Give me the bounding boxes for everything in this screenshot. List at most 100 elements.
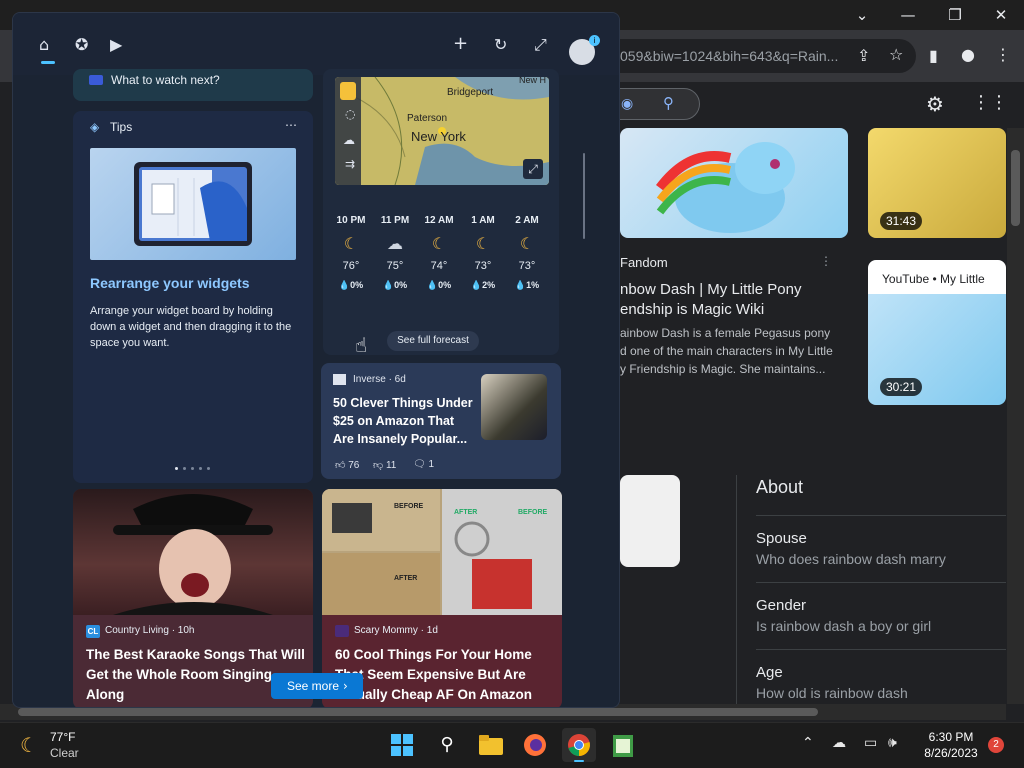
what-to-watch-widget[interactable]: What to watch next? [73, 69, 313, 101]
watch-icon [89, 75, 103, 85]
expand-icon[interactable]: ⤢ [534, 35, 547, 55]
result-menu-icon[interactable]: ⋮ [820, 254, 832, 268]
expand-map-icon[interactable]: ⤢ [523, 159, 543, 179]
tips-widget[interactable]: ◈ Tips ⋯ Rearrange your widgets Arrange … [73, 111, 313, 483]
minimize-button[interactable]: — [896, 4, 920, 26]
kp-row-age[interactable]: Age How old is rainbow dash [756, 664, 908, 701]
notification-badge[interactable]: 2 [988, 737, 1004, 753]
forecast-hour[interactable]: 2 AM ☾ 73° 💧1% [507, 215, 547, 291]
notepad-icon[interactable] [606, 728, 640, 762]
widgets-scrollbar[interactable] [583, 153, 585, 239]
page-dot[interactable] [207, 467, 210, 470]
search-icon[interactable]: ⚲ [430, 728, 464, 762]
before-label: BEFORE [394, 503, 424, 510]
apps-grid-icon[interactable]: ⋮⋮ [972, 92, 1008, 113]
menu-kebab-icon[interactable]: ⋮ [995, 45, 1011, 64]
horizontal-scroll-thumb[interactable] [18, 708, 818, 716]
page-dot[interactable] [183, 467, 186, 470]
after-label: AFTER [454, 509, 478, 516]
hand-cursor-icon: ☝ [355, 333, 368, 357]
network-icon[interactable]: ▭ [864, 735, 877, 751]
video2-card[interactable]: YouTube • My Little 30:21 [868, 260, 1006, 405]
refresh-icon[interactable]: ↻ [494, 35, 507, 54]
wind-layer-icon[interactable]: ⇉ [345, 157, 355, 171]
settings-gear-icon[interactable]: ⚙ [926, 92, 944, 116]
plus-icon[interactable]: + [453, 33, 468, 54]
before-label: BEFORE [518, 509, 548, 516]
forecast-hour[interactable]: 11 PM ☁ 75° 💧0% [375, 215, 415, 291]
kp-row-title: Age [756, 664, 783, 681]
thumbs-down-icon: 👎︎ [373, 460, 386, 471]
search-icon[interactable]: ⚲ [663, 94, 674, 112]
weather-temp[interactable]: 77°F [50, 730, 75, 744]
page-dot[interactable] [199, 467, 202, 470]
comment-button[interactable]: 🗨︎ 1 [413, 459, 434, 470]
taskbar: ☾ 77°F Clear ⚲ ⌃ ☁ ▭ 🕪︎ 6:30 PM 8/26/202… [0, 722, 1024, 768]
chrome-icon[interactable] [562, 728, 596, 762]
moon-icon: ☾ [519, 236, 535, 253]
windows-start-icon[interactable] [385, 728, 419, 762]
kp-row-spouse[interactable]: Spouse Who does rainbow dash marry [756, 530, 946, 567]
active-app-indicator [574, 760, 584, 762]
dislike-button[interactable]: 👎︎ 11 [373, 459, 396, 471]
precip-layer-icon[interactable]: ◌ [345, 107, 355, 121]
vertical-scrollbar[interactable] [1007, 128, 1024, 704]
chevron-right-icon: › [343, 679, 348, 693]
map-label-paterson: Paterson [407, 113, 448, 124]
kp-row-sub: How old is rainbow dash [756, 685, 908, 701]
news-image: BEFORE AFTER BEFORE AFTER [322, 489, 562, 615]
page-dot-active[interactable] [175, 467, 178, 470]
news-title[interactable]: 60 Cool Things For Your Home That Seem E… [335, 645, 555, 705]
knowledge-panel-image[interactable] [620, 475, 680, 567]
forecast-time: 2 AM [515, 215, 539, 226]
vertical-scroll-thumb[interactable] [1011, 150, 1020, 226]
cloud-layer-icon[interactable]: ☁ [343, 133, 355, 147]
singer-image [113, 494, 273, 615]
weather-widget[interactable]: Bridgeport Paterson New York New H ◌ ☁ ⇉… [323, 69, 559, 355]
bookmark-star-icon[interactable]: ☆ [889, 45, 903, 64]
weather-map[interactable]: Bridgeport Paterson New York New H ◌ ☁ ⇉… [335, 77, 549, 185]
forecast-temp: 73° [474, 260, 492, 272]
tab-search-chevron-icon[interactable]: ⌄ [850, 4, 874, 26]
page-dot[interactable] [191, 467, 194, 470]
news-source: Inverse · 6d [353, 374, 406, 385]
forecast-time: 10 PM [336, 215, 366, 226]
forecast-hour[interactable]: 10 PM ☾ 76° 💧0% [331, 215, 371, 291]
lens-icon[interactable]: ◉ [621, 95, 633, 112]
add-widget-icon[interactable]: ✪ [75, 35, 88, 54]
like-button[interactable]: 👍︎ 76 [335, 459, 359, 471]
what-to-watch-label: What to watch next? [111, 73, 220, 87]
fandom-image[interactable] [620, 128, 848, 238]
more-options-icon[interactable]: ⋯ [285, 118, 297, 132]
file-explorer-icon[interactable] [474, 728, 508, 762]
moon-weather-icon[interactable]: ☾ [20, 733, 38, 757]
weather-condition[interactable]: Clear [50, 746, 79, 760]
news-card-inverse[interactable]: Inverse · 6d 50 Clever Things Under $25 … [321, 363, 561, 479]
moon-icon: ☾ [431, 236, 447, 253]
see-more-button[interactable]: See more › [271, 673, 363, 699]
firefox-icon[interactable] [518, 728, 552, 762]
tips-title[interactable]: Rearrange your widgets [90, 275, 250, 291]
kp-row-gender[interactable]: Gender Is rainbow dash a boy or girl [756, 597, 931, 634]
side-panel-icon[interactable]: ▮ [929, 46, 938, 65]
forecast-hour[interactable]: 1 AM ☾ 73° 💧2% [463, 215, 503, 291]
fandom-title[interactable]: nbow Dash | My Little Pony endship is Ma… [620, 280, 840, 320]
home-tab-indicator [41, 61, 55, 64]
volume-icon[interactable]: 🕪︎ [888, 735, 897, 751]
close-button[interactable]: ✕ [989, 4, 1013, 26]
forecast-time: 11 PM [380, 215, 410, 226]
country-living-logo: CL [86, 625, 100, 638]
show-hidden-icons-chevron[interactable]: ⌃ [802, 735, 814, 751]
profile-icon[interactable]: ● [961, 45, 975, 64]
forecast-hour[interactable]: 12 AM ☾ 74° 💧0% [419, 215, 459, 291]
clock-date[interactable]: 8/26/2023 [915, 746, 987, 760]
clock-time[interactable]: 6:30 PM [921, 730, 981, 744]
share-icon[interactable]: ⇪ [857, 46, 870, 65]
home-icon[interactable]: ⌂ [39, 35, 49, 54]
cloud-offline-icon[interactable]: ☁ [832, 735, 846, 751]
see-full-forecast-button[interactable]: See full forecast [387, 331, 479, 351]
restore-button[interactable]: ❐ [943, 4, 967, 26]
video1-thumbnail[interactable]: 31:43 [868, 128, 1006, 238]
play-icon[interactable]: ▶ [110, 35, 122, 54]
news-title[interactable]: 50 Clever Things Under $25 on Amazon Tha… [333, 394, 473, 448]
